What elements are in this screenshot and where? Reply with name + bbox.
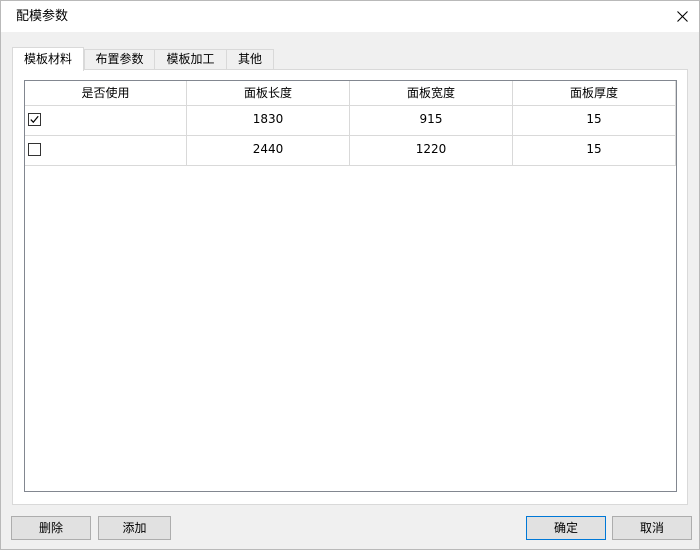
tab-panel-template-material: 是否使用 面板长度 面板宽度 面板厚度 1830 915 15 2440 122… [12,69,688,505]
tab-template-material[interactable]: 模板材料 [12,47,84,71]
use-checkbox-checked[interactable] [28,113,41,126]
checkmark-icon [30,115,39,124]
tab-other[interactable]: 其他 [226,49,274,69]
delete-button[interactable]: 删除 [11,516,91,540]
cell-panel-thickness[interactable]: 15 [513,106,676,136]
column-header-in-use: 是否使用 [25,81,187,106]
dialog-window: 配模参数 模板材料 布置参数 模板加工 其他 是否使用 面板长度 面板宽度 面板… [0,0,700,550]
tab-template-processing[interactable]: 模板加工 [154,49,227,69]
table-row[interactable]: 1830 915 15 [25,106,676,136]
column-header-panel-length: 面板长度 [187,81,350,106]
cell-in-use [25,136,187,166]
close-button[interactable] [665,1,699,32]
cell-panel-length[interactable]: 2440 [187,136,350,166]
window-title: 配模参数 [16,9,69,24]
close-icon [677,11,688,22]
use-checkbox-unchecked[interactable] [28,143,41,156]
material-grid[interactable]: 是否使用 面板长度 面板宽度 面板厚度 1830 915 15 2440 122… [24,80,677,492]
cell-panel-width[interactable]: 1220 [350,136,513,166]
column-header-panel-thickness: 面板厚度 [513,81,676,106]
cancel-button[interactable]: 取消 [612,516,692,540]
table-row[interactable]: 2440 1220 15 [25,136,676,166]
cell-panel-thickness[interactable]: 15 [513,136,676,166]
tab-layout-params[interactable]: 布置参数 [84,49,155,69]
cell-panel-width[interactable]: 915 [350,106,513,136]
add-button[interactable]: 添加 [98,516,171,540]
ok-button[interactable]: 确定 [526,516,606,540]
title-bar: 配模参数 [1,1,699,32]
cell-panel-length[interactable]: 1830 [187,106,350,136]
cell-in-use [25,106,187,136]
column-header-panel-width: 面板宽度 [350,81,513,106]
